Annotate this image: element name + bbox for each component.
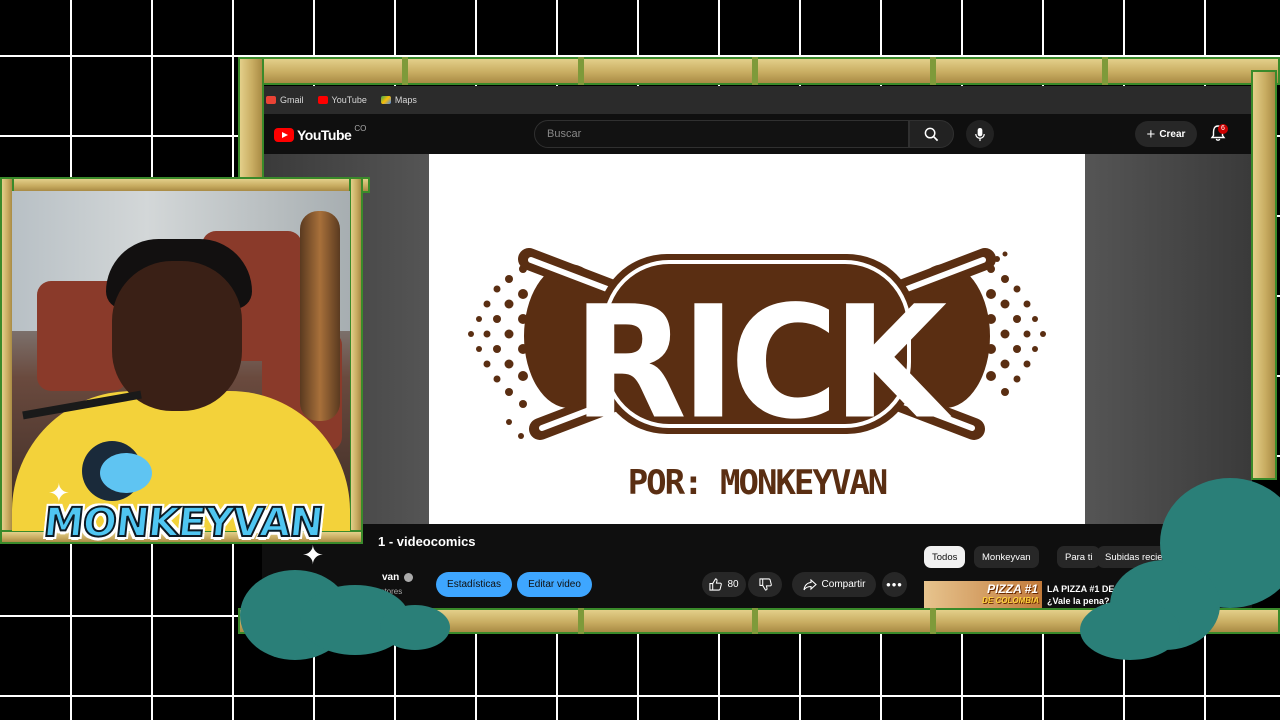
cam-frame-right	[349, 177, 363, 542]
bamboo-knot	[402, 57, 408, 85]
bookmark-maps[interactable]: Maps	[380, 95, 417, 105]
thumbs-up-icon	[709, 578, 723, 591]
plus-icon: +	[1146, 125, 1156, 143]
microphone-icon	[975, 127, 985, 141]
bamboo-frame-right	[1251, 70, 1277, 480]
bamboo-knot	[930, 608, 936, 634]
maps-icon	[380, 96, 391, 104]
create-button[interactable]: + Crear	[1135, 121, 1197, 147]
bamboo-knot	[578, 608, 584, 634]
bamboo-knot	[1102, 57, 1108, 85]
search-button[interactable]	[909, 120, 954, 148]
search-icon	[924, 127, 939, 141]
youtube-icon	[317, 96, 328, 104]
bookmark-youtube[interactable]: YouTube	[317, 95, 367, 105]
bookmark-gmail[interactable]: Gmail	[266, 95, 304, 105]
youtube-logo[interactable]: YouTube CO	[274, 124, 366, 143]
bamboo-knot	[930, 57, 936, 85]
channel-name[interactable]: van	[382, 572, 399, 583]
bookmarks-bar: Gmail YouTube Maps	[262, 86, 1252, 114]
search-input[interactable]: Buscar	[534, 120, 909, 148]
webcam-guitar	[300, 211, 340, 421]
stats-button[interactable]: Estadísticas	[436, 572, 512, 597]
svg-text:RICK: RICK	[573, 272, 953, 453]
more-icon: •••	[886, 577, 903, 592]
bamboo-knot	[752, 57, 758, 85]
video-frame[interactable]: RICK POR: MONKEYVAN	[429, 154, 1085, 524]
voice-search-button[interactable]	[966, 120, 994, 148]
bamboo-knot	[752, 608, 758, 634]
svg-text:POR: MONKEYVAN: POR: MONKEYVAN	[628, 463, 887, 503]
video-player[interactable]: RICK POR: MONKEYVAN	[262, 154, 1252, 524]
recommendation-thumbnail[interactable]: PIZZA #1 DE COLOMBIA	[924, 581, 1042, 611]
share-button[interactable]: Compartir	[792, 572, 876, 597]
sparkle-icon: ✦	[302, 540, 324, 570]
chip-para-ti[interactable]: Para ti	[1057, 546, 1101, 568]
sparkle-icon: ✦	[48, 478, 70, 508]
gmail-icon	[266, 96, 276, 104]
webcam-plush-face	[100, 453, 152, 493]
monkeyvan-logo: MONKEYVAN	[41, 499, 326, 547]
youtube-play-icon	[274, 128, 294, 142]
video-title: 1 - videocomics	[378, 534, 476, 549]
thumbs-down-icon	[758, 578, 772, 591]
chip-monkeyvan[interactable]: Monkeyvan	[974, 546, 1039, 568]
more-actions-button[interactable]: •••	[882, 572, 907, 597]
like-button[interactable]: 80	[702, 572, 746, 597]
youtube-header: YouTube CO Buscar + Crear 6	[262, 114, 1252, 154]
dislike-button[interactable]	[748, 572, 782, 597]
chip-todos[interactable]: Todos	[924, 546, 966, 568]
browser-screen: Gmail YouTube Maps YouTube CO Buscar + C…	[262, 86, 1252, 616]
webcam-person-face	[112, 261, 242, 411]
bamboo-frame-top	[238, 57, 1280, 85]
video-info-panel: 1 - videocomics van ptores Estadísticas …	[262, 524, 1252, 616]
bush-decoration	[1080, 600, 1180, 660]
bamboo-frame-left	[238, 57, 264, 187]
rick-title-graphic: RICK POR: MONKEYVAN	[468, 248, 1046, 503]
verified-icon	[404, 573, 413, 582]
notification-badge: 6	[1218, 124, 1228, 134]
share-icon	[803, 578, 817, 590]
edit-video-button[interactable]: Editar video	[517, 572, 592, 597]
bamboo-knot	[578, 57, 584, 85]
bush-decoration	[380, 605, 450, 650]
